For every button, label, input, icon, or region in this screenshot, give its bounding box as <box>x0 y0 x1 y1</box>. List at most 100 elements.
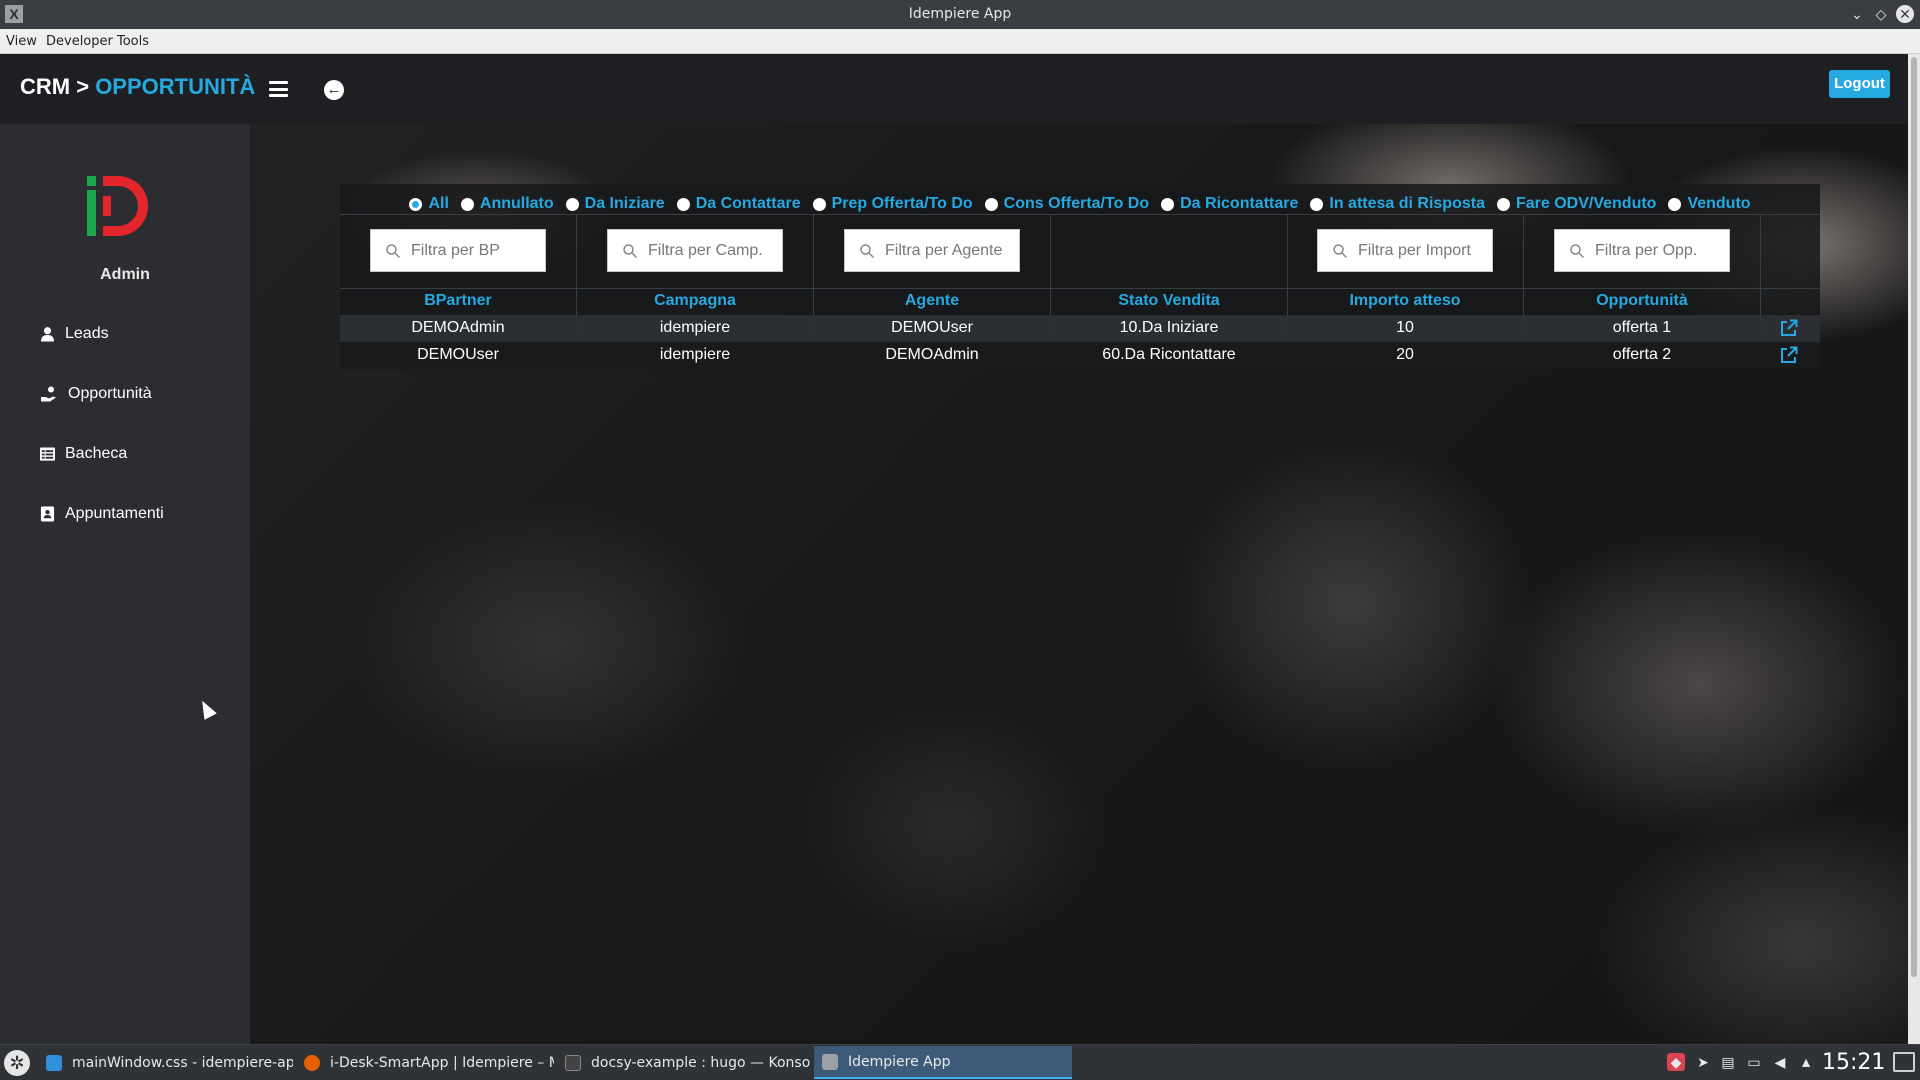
network-icon[interactable]: ▭ <box>1745 1053 1763 1071</box>
cell-bpartner: DEMOAdmin <box>411 319 505 336</box>
search-icon <box>1333 244 1347 258</box>
cell-bpartner: DEMOUser <box>417 346 499 363</box>
volume-icon[interactable]: ◀ <box>1771 1053 1789 1071</box>
search-icon <box>386 244 400 258</box>
status-radio-annullato[interactable]: Annullato <box>460 195 554 213</box>
breadcrumb-current: OPPORTUNITÀ <box>95 74 256 99</box>
taskbar: ✲ mainWindow.css - idempiere-app -... i-… <box>0 1044 1920 1080</box>
external-link-icon[interactable] <box>1780 319 1798 337</box>
status-radio-da-ricontattare[interactable]: Da Ricontattare <box>1161 195 1298 213</box>
cell-opportunita: offerta 1 <box>1612 319 1672 336</box>
radio-icon <box>1668 197 1682 211</box>
radio-icon <box>460 197 474 211</box>
search-icon <box>623 244 637 258</box>
back-arrow-icon[interactable]: ← <box>324 80 344 100</box>
menu-view[interactable]: View <box>6 34 37 49</box>
task-label: i-Desk-SmartApp | Idempiere – M... <box>330 1054 554 1071</box>
app-icon <box>822 1053 838 1070</box>
status-filter-radios: All Annullato Da Iniziare Da Contattare … <box>340 192 1820 216</box>
status-radio-all[interactable]: All <box>409 195 449 213</box>
column-header-opportunita[interactable]: Opportunità <box>1524 292 1760 310</box>
logout-button[interactable]: Logout <box>1829 70 1890 98</box>
maximize-icon[interactable]: ◇ <box>1871 4 1891 24</box>
cell-importo-atteso: 20 <box>1396 346 1414 363</box>
filter-bp-input[interactable] <box>411 240 541 262</box>
close-window-icon[interactable]: ✕ <box>1896 5 1914 23</box>
clipboard-icon[interactable]: ▤ <box>1719 1053 1737 1071</box>
filter-import-input[interactable] <box>1358 240 1488 262</box>
menu-developer-tools[interactable]: Developer Tools <box>46 34 149 49</box>
column-header-stato-vendita[interactable]: Stato Vendita <box>1051 292 1287 310</box>
user-icon <box>40 327 55 342</box>
radio-icon <box>565 197 579 211</box>
hamburger-menu-icon[interactable] <box>269 81 288 97</box>
filter-bp-field[interactable] <box>370 229 546 272</box>
sidebar-item-bacheca[interactable]: Bacheca <box>40 442 127 466</box>
filter-campaign-field[interactable] <box>607 229 783 272</box>
status-radio-da-iniziare[interactable]: Da Iniziare <box>565 195 665 213</box>
clock[interactable]: 15:21 <box>1822 1050 1885 1075</box>
filter-import-field[interactable] <box>1317 229 1493 272</box>
cell-stato-vendita: 10.Da Iniziare <box>1119 319 1219 336</box>
radio-icon <box>812 197 826 211</box>
sidebar-item-leads[interactable]: Leads <box>40 322 109 346</box>
app-header: CRM > OPPORTUNITÀ ← Logout <box>0 54 1908 124</box>
filter-opp-field[interactable] <box>1554 229 1730 272</box>
cell-stato-vendita: 60.Da Ricontattare <box>1102 346 1236 363</box>
cell-campagna: idempiere <box>659 319 731 336</box>
minimize-icon[interactable]: ⌄ <box>1847 4 1867 24</box>
task-label: mainWindow.css - idempiere-app -... <box>72 1054 293 1071</box>
sidebar-item-appuntamenti[interactable]: Appuntamenti <box>40 502 164 526</box>
breadcrumb: CRM > OPPORTUNITÀ <box>20 74 255 100</box>
telegram-icon[interactable]: ➤ <box>1694 1053 1712 1071</box>
task-idempiere-app[interactable]: Idempiere App <box>814 1046 1072 1079</box>
column-header-importo-atteso[interactable]: Importo atteso <box>1287 292 1523 310</box>
column-header-campagna[interactable]: Campagna <box>577 292 813 310</box>
sidebar-item-opportunita[interactable]: Opportunità <box>40 382 152 406</box>
filter-agent-field[interactable] <box>844 229 1020 272</box>
window-title: Idempiere App <box>908 6 1012 22</box>
show-desktop-icon[interactable] <box>1893 1052 1915 1072</box>
task-konsole[interactable]: docsy-example : hugo — Konsole <box>557 1046 811 1079</box>
filter-agent-input[interactable] <box>885 240 1015 262</box>
column-header-agente[interactable]: Agente <box>814 292 1050 310</box>
radio-icon <box>676 197 690 211</box>
task-firefox[interactable]: i-Desk-SmartApp | Idempiere – M... <box>296 1046 554 1079</box>
hand-holding-icon <box>41 386 56 402</box>
breadcrumb-root[interactable]: CRM > <box>20 74 89 99</box>
status-radio-venduto[interactable]: Venduto <box>1668 195 1751 213</box>
vertical-scrollbar[interactable] <box>1908 54 1920 1044</box>
vscode-icon <box>46 1054 62 1071</box>
table-row[interactable]: DEMOAdmin idempiere DEMOUser 10.Da Inizi… <box>340 315 1820 342</box>
cell-campagna: idempiere <box>659 346 731 363</box>
scrollbar-thumb[interactable] <box>1911 57 1917 977</box>
task-vscode[interactable]: mainWindow.css - idempiere-app -... <box>38 1046 293 1079</box>
notification-app-icon[interactable]: ◆ <box>1667 1053 1685 1071</box>
cell-agente: DEMOUser <box>891 319 973 336</box>
task-label: docsy-example : hugo — Konsole <box>591 1054 811 1071</box>
tray-expand-icon[interactable]: ▲ <box>1797 1053 1815 1071</box>
filter-opp-input[interactable] <box>1595 240 1725 262</box>
cell-importo-atteso: 10 <box>1396 319 1414 336</box>
app-launcher-icon[interactable]: ✲ <box>4 1050 30 1076</box>
address-book-icon <box>40 506 55 522</box>
radio-selected-icon <box>409 197 423 211</box>
row-divider <box>340 288 1820 289</box>
column-header-bpartner[interactable]: BPartner <box>340 292 576 310</box>
status-radio-prep-offerta[interactable]: Prep Offerta/To Do <box>812 195 973 213</box>
sidebar: Admin Leads Opportunità Bacheca Appuntam… <box>0 124 250 1044</box>
filter-campaign-input[interactable] <box>648 240 778 262</box>
status-radio-cons-offerta[interactable]: Cons Offerta/To Do <box>984 195 1149 213</box>
status-radio-in-attesa[interactable]: In attesa di Risposta <box>1310 195 1485 213</box>
logo-icon <box>87 176 148 236</box>
table-row[interactable]: DEMOUser idempiere DEMOAdmin 60.Da Ricon… <box>340 342 1820 369</box>
sidebar-item-label: Appuntamenti <box>65 505 164 522</box>
status-radio-da-contattare[interactable]: Da Contattare <box>676 195 801 213</box>
external-link-icon[interactable] <box>1780 346 1798 364</box>
main-content: All Annullato Da Iniziare Da Contattare … <box>250 124 1908 1044</box>
opportunities-panel: All Annullato Da Iniziare Da Contattare … <box>340 184 1820 369</box>
row-divider <box>340 214 1820 215</box>
cell-agente: DEMOAdmin <box>885 346 979 363</box>
status-radio-fare-odv[interactable]: Fare ODV/Venduto <box>1496 195 1656 213</box>
radio-icon <box>1161 197 1175 211</box>
